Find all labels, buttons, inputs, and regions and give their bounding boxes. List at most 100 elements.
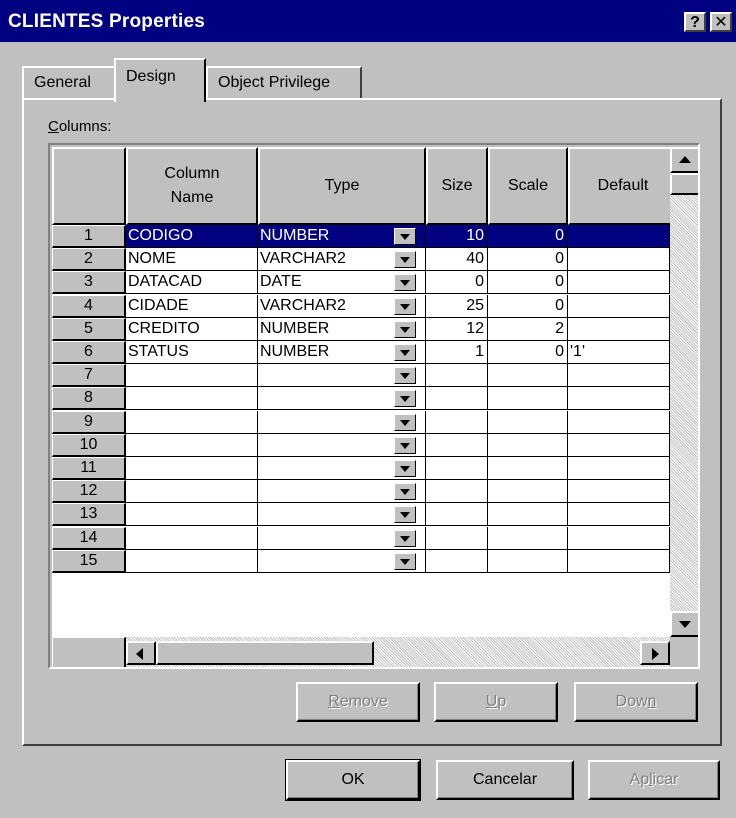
scale-cell[interactable]: 0 xyxy=(488,294,568,318)
column-name-cell[interactable] xyxy=(126,526,258,550)
vertical-scroll-thumb[interactable] xyxy=(670,173,698,195)
default-cell[interactable] xyxy=(568,225,670,248)
type-cell[interactable]: VARCHAR2 xyxy=(258,248,426,272)
scale-cell[interactable] xyxy=(488,503,568,527)
row-number[interactable]: 14 xyxy=(52,526,126,550)
horizontal-scroll-thumb[interactable] xyxy=(156,641,374,665)
type-dropdown-icon[interactable] xyxy=(394,483,416,501)
size-cell[interactable]: 10 xyxy=(426,225,488,248)
type-cell[interactable] xyxy=(258,433,426,457)
size-cell[interactable]: 1 xyxy=(426,341,488,364)
size-cell[interactable]: 40 xyxy=(426,248,488,272)
type-cell[interactable]: NUMBER xyxy=(258,341,426,364)
column-name-cell[interactable]: CIDADE xyxy=(126,294,258,318)
header-default[interactable]: Default xyxy=(568,147,678,225)
type-dropdown-icon[interactable] xyxy=(394,297,416,315)
size-cell[interactable]: 12 xyxy=(426,317,488,341)
close-button[interactable]: ✕ xyxy=(710,12,732,32)
cancel-button[interactable]: Cancelar xyxy=(436,760,574,800)
column-name-cell[interactable] xyxy=(126,364,258,388)
scale-cell[interactable] xyxy=(488,526,568,550)
row-number[interactable]: 9 xyxy=(52,410,126,434)
type-cell[interactable]: DATE xyxy=(258,271,426,295)
type-dropdown-icon[interactable] xyxy=(394,251,416,269)
size-cell[interactable] xyxy=(426,480,488,504)
type-dropdown-icon[interactable] xyxy=(394,274,416,292)
size-cell[interactable] xyxy=(426,433,488,457)
type-cell[interactable]: NUMBER xyxy=(258,225,426,248)
table-row[interactable]: 3 DATACAD DATE 0 0 xyxy=(52,271,670,295)
default-cell[interactable]: '1' xyxy=(568,341,670,364)
type-dropdown-icon[interactable] xyxy=(394,552,416,570)
type-dropdown-icon[interactable] xyxy=(394,320,416,338)
column-name-cell[interactable]: CODIGO xyxy=(126,225,258,248)
table-row[interactable]: 5 CREDITO NUMBER 12 2 xyxy=(52,317,670,341)
size-cell[interactable] xyxy=(426,457,488,480)
type-cell[interactable] xyxy=(258,480,426,504)
row-number[interactable]: 8 xyxy=(52,387,126,411)
scale-cell[interactable] xyxy=(488,433,568,457)
column-name-cell[interactable] xyxy=(126,549,258,573)
column-name-cell[interactable]: CREDITO xyxy=(126,317,258,341)
default-cell[interactable] xyxy=(568,271,670,295)
horizontal-scrollbar[interactable] xyxy=(126,637,670,667)
row-number[interactable]: 3 xyxy=(52,271,126,295)
header-size[interactable]: Size xyxy=(426,147,488,225)
size-cell[interactable] xyxy=(426,526,488,550)
type-dropdown-icon[interactable] xyxy=(394,344,416,361)
type-dropdown-icon[interactable] xyxy=(394,390,416,408)
tab-object-privilege[interactable]: Object Privilege xyxy=(206,66,362,102)
table-row[interactable]: 1 CODIGO NUMBER 10 0 xyxy=(52,225,670,248)
column-name-cell[interactable] xyxy=(126,480,258,504)
type-cell[interactable] xyxy=(258,503,426,527)
scale-cell[interactable] xyxy=(488,387,568,411)
default-cell[interactable] xyxy=(568,549,670,573)
table-row[interactable]: 9 xyxy=(52,410,670,434)
header-column-name[interactable]: Column Name xyxy=(126,147,258,225)
size-cell[interactable] xyxy=(426,503,488,527)
default-cell[interactable] xyxy=(568,317,670,341)
scale-cell[interactable] xyxy=(488,364,568,388)
default-cell[interactable] xyxy=(568,387,670,411)
type-cell[interactable] xyxy=(258,410,426,434)
type-dropdown-icon[interactable] xyxy=(394,413,416,431)
column-name-cell[interactable] xyxy=(126,457,258,480)
table-row[interactable]: 11 xyxy=(52,457,670,480)
scroll-up-icon[interactable] xyxy=(670,147,698,173)
table-row[interactable]: 15 xyxy=(52,549,670,573)
table-row[interactable]: 2 NOME VARCHAR2 40 0 xyxy=(52,248,670,272)
type-cell[interactable] xyxy=(258,526,426,550)
tab-design[interactable]: Design xyxy=(114,58,206,102)
table-row[interactable]: 6 STATUS NUMBER 1 0 '1' xyxy=(52,341,670,364)
apply-button[interactable]: Aplicar xyxy=(588,760,720,800)
default-cell[interactable] xyxy=(568,457,670,480)
row-number[interactable]: 13 xyxy=(52,503,126,527)
type-cell[interactable] xyxy=(258,364,426,388)
scale-cell[interactable] xyxy=(488,457,568,480)
default-cell[interactable] xyxy=(568,433,670,457)
vertical-scrollbar[interactable] xyxy=(670,147,698,637)
row-number[interactable]: 11 xyxy=(52,457,126,480)
remove-button[interactable]: Remove xyxy=(296,682,420,722)
table-row[interactable]: 4 CIDADE VARCHAR2 25 0 xyxy=(52,294,670,318)
column-name-cell[interactable]: NOME xyxy=(126,248,258,272)
scale-cell[interactable]: 0 xyxy=(488,248,568,272)
default-cell[interactable] xyxy=(568,480,670,504)
tab-general[interactable]: General xyxy=(22,66,118,102)
row-number[interactable]: 4 xyxy=(52,294,126,318)
type-dropdown-icon[interactable] xyxy=(394,529,416,547)
type-dropdown-icon[interactable] xyxy=(394,367,416,385)
table-row[interactable]: 8 xyxy=(52,387,670,411)
default-cell[interactable] xyxy=(568,410,670,434)
header-scale[interactable]: Scale xyxy=(488,147,568,225)
default-cell[interactable] xyxy=(568,294,670,318)
table-row[interactable]: 7 xyxy=(52,364,670,388)
size-cell[interactable]: 25 xyxy=(426,294,488,318)
default-cell[interactable] xyxy=(568,364,670,388)
size-cell[interactable]: 0 xyxy=(426,271,488,295)
scroll-right-icon[interactable] xyxy=(640,641,670,665)
table-row[interactable]: 14 xyxy=(52,526,670,550)
scroll-down-icon[interactable] xyxy=(670,611,698,637)
column-name-cell[interactable]: STATUS xyxy=(126,341,258,364)
up-button[interactable]: Up xyxy=(434,682,558,722)
